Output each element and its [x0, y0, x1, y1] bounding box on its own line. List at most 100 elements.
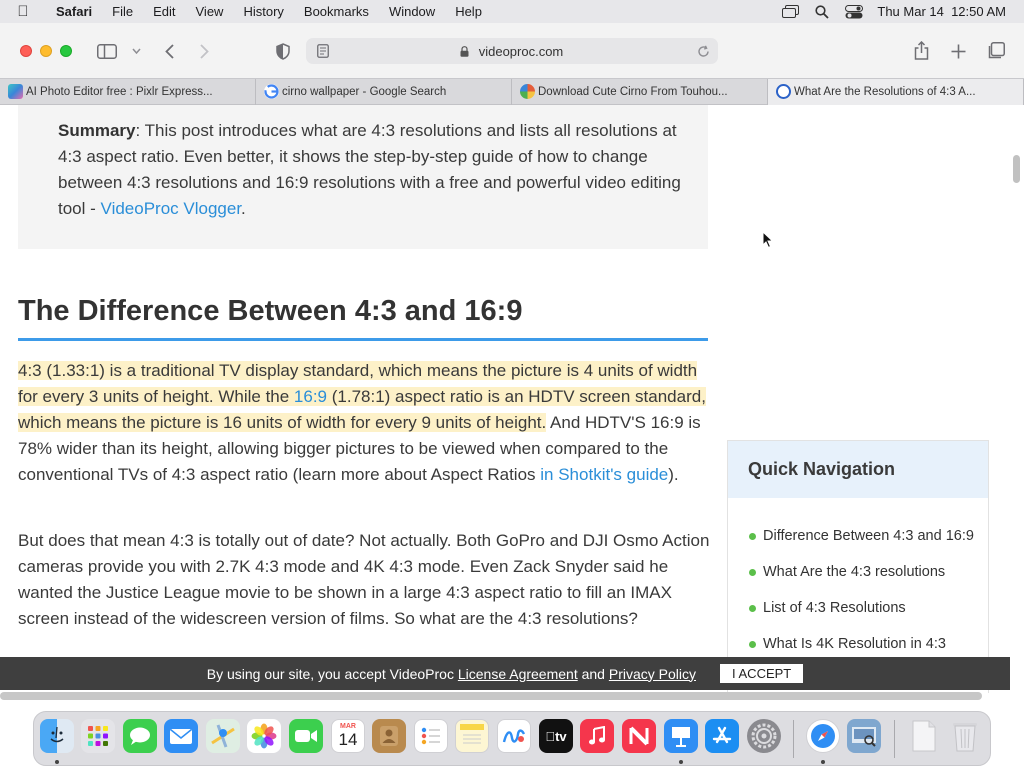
bullet-dot-icon: [749, 569, 756, 576]
tab-title: Download Cute Cirno From Touhou...: [538, 86, 728, 98]
license-agreement-link[interactable]: License Agreement: [458, 666, 578, 682]
section-heading: The Difference Between 4:3 and 16:9: [18, 295, 523, 327]
screen-mirroring-icon[interactable]: [781, 5, 799, 19]
quick-navigation-panel: Quick Navigation Difference Between 4:3 …: [727, 440, 989, 693]
back-button-icon[interactable]: [162, 42, 176, 60]
summary-end: .: [241, 199, 246, 218]
new-tab-plus-icon[interactable]: [949, 42, 967, 60]
safari-compass-icon[interactable]: [806, 719, 840, 753]
share-icon[interactable]: [912, 40, 930, 60]
menu-view[interactable]: View: [186, 4, 234, 19]
mouse-pointer-icon: [762, 230, 774, 254]
menu-file[interactable]: File: [102, 4, 143, 19]
dock-separator: [793, 720, 794, 758]
menu-help[interactable]: Help: [445, 4, 492, 19]
quick-nav-label: What Are the 4:3 resolutions: [763, 564, 946, 580]
quick-navigation-list: Difference Between 4:3 and 16:9 What Are…: [728, 498, 988, 662]
accept-button[interactable]: I ACCEPT: [720, 664, 804, 683]
menu-history[interactable]: History: [233, 4, 293, 19]
forward-button-icon[interactable]: [197, 42, 211, 60]
menu-bookmarks[interactable]: Bookmarks: [294, 4, 379, 19]
zoom-window-button[interactable]: [60, 45, 72, 57]
calendar-day: 14: [338, 730, 358, 749]
tab-cirno-download[interactable]: Download Cute Cirno From Touhou...: [512, 79, 768, 105]
banner-text: By using our site, you accept VideoProc: [206, 665, 458, 682]
notes-icon[interactable]: [455, 719, 489, 753]
tab-bar: AI Photo Editor free : Pixlr Express... …: [0, 78, 1024, 105]
google-favicon-icon: [264, 84, 279, 99]
tab-videoproc-active[interactable]: What Are the Resolutions of 4:3 A...: [768, 79, 1024, 105]
shotkit-guide-link[interactable]: in Shotkit's guide: [540, 465, 668, 484]
summary-label: Summary: [58, 121, 136, 140]
news-icon[interactable]: [622, 719, 656, 753]
address-bar[interactable]: videoproc.com: [306, 38, 718, 64]
photos-icon[interactable]: [247, 719, 281, 753]
mail-icon[interactable]: [164, 719, 198, 753]
heading-underline: [18, 338, 708, 341]
music-icon[interactable]: [580, 719, 614, 753]
tab-pixlr[interactable]: AI Photo Editor free : Pixlr Express...: [0, 79, 256, 105]
address-url-text: videoproc.com: [478, 43, 564, 59]
horizontal-scrollbar-thumb[interactable]: [0, 692, 982, 700]
apple-menu-icon[interactable]: : [0, 3, 46, 20]
keynote-icon[interactable]: [664, 719, 698, 753]
banner-and-text: and: [577, 665, 609, 682]
menubar-clock[interactable]: Thu Mar 14 12:50 AM: [877, 4, 1006, 19]
calendar-icon[interactable]: MAR 14: [331, 719, 365, 753]
tv-label: tv: [545, 729, 566, 744]
quick-nav-item[interactable]: Difference Between 4:3 and 16:9: [728, 518, 988, 554]
reader-mode-icon[interactable]: [316, 43, 330, 59]
vertical-scrollbar-thumb[interactable]: [1013, 155, 1020, 183]
quick-nav-item[interactable]: What Are the 4:3 resolutions: [728, 554, 988, 590]
lock-icon: [460, 45, 469, 57]
difference-paragraph: 4:3 (1.33:1) is a traditional TV display…: [18, 358, 718, 488]
facetime-icon[interactable]: [289, 719, 323, 753]
trash-icon[interactable]: [948, 719, 982, 753]
bullet-dot-icon: [749, 605, 756, 612]
system-settings-gear-icon[interactable]: [747, 719, 781, 753]
videoproc-favicon-icon: [776, 84, 791, 99]
tab-overview-icon[interactable]: [986, 41, 1006, 61]
contacts-icon[interactable]: [372, 719, 406, 753]
reload-icon[interactable]: [696, 44, 710, 58]
web-page: Summary: This post introduces what are 4…: [0, 105, 1024, 693]
tab-google-search[interactable]: cirno wallpaper - Google Search: [256, 79, 512, 105]
app-store-icon[interactable]: [705, 719, 739, 753]
menu-edit[interactable]: Edit: [143, 4, 185, 19]
privacy-policy-link[interactable]: Privacy Policy: [609, 666, 696, 682]
safari-running-indicator: [821, 760, 825, 764]
finder-icon[interactable]: [40, 719, 74, 753]
cookie-consent-banner: By using our site, you accept VideoProc …: [0, 657, 1010, 690]
spotlight-search-icon[interactable]: [813, 4, 831, 19]
16-9-link[interactable]: 16:9: [293, 387, 328, 406]
apple-tv-label: tv: [550, 728, 567, 744]
privacy-report-shield-icon[interactable]: [274, 42, 292, 60]
reminders-icon[interactable]: [414, 719, 448, 753]
control-center-icon[interactable]: [845, 4, 864, 19]
launchpad-icon[interactable]: [81, 719, 115, 753]
freeform-icon[interactable]: [497, 719, 531, 753]
videoproc-vlogger-link[interactable]: VideoProc Vlogger: [101, 199, 242, 218]
messages-icon[interactable]: [123, 719, 157, 753]
menu-bar:  Safari File Edit View History Bookmark…: [0, 0, 1024, 23]
bullet-dot-icon: [749, 533, 756, 540]
minimize-window-button[interactable]: [40, 45, 52, 57]
menu-window[interactable]: Window: [379, 4, 445, 19]
pixlr-favicon-icon: [8, 84, 23, 99]
quick-nav-label: Difference Between 4:3 and 16:9: [763, 528, 974, 544]
keynote-running-indicator: [679, 760, 683, 764]
preview-icon[interactable]: [847, 719, 881, 753]
sidebar-toggle-icon[interactable]: [96, 42, 118, 60]
menu-app-name[interactable]: Safari: [46, 4, 102, 19]
quick-nav-label: What Is 4K Resolution in 4:3: [763, 636, 946, 652]
documents-folder-icon[interactable]: [907, 719, 941, 753]
paragraph-end: ).: [668, 465, 679, 484]
quick-nav-item[interactable]: List of 4:3 Resolutions: [728, 590, 988, 626]
tab-title: AI Photo Editor free : Pixlr Express...: [26, 86, 213, 98]
apple-tv-icon[interactable]: tv: [539, 719, 573, 753]
close-window-button[interactable]: [20, 45, 32, 57]
maps-icon[interactable]: [206, 719, 240, 753]
out-of-date-paragraph: But does that mean 4:3 is totally out of…: [18, 531, 710, 628]
tab-group-chevron-icon[interactable]: [130, 45, 142, 57]
dock: MAR 14 tv: [33, 711, 991, 766]
